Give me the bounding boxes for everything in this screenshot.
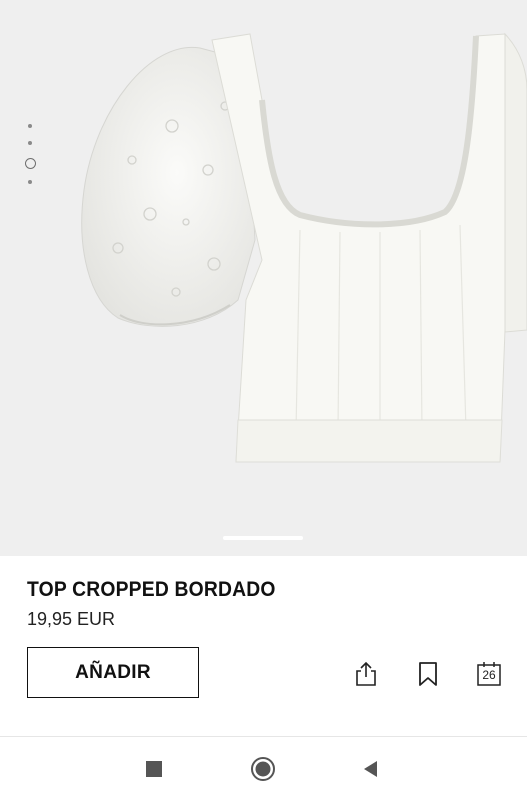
product-image: [81, 32, 527, 463]
system-navigation-bar: [0, 737, 527, 800]
sheet-drag-handle[interactable]: [223, 536, 303, 540]
gallery-dot[interactable]: [28, 141, 32, 145]
product-info-panel: TOP CROPPED BORDADO 19,95 EUR AÑADIR 26: [0, 556, 527, 736]
share-button[interactable]: [352, 660, 380, 688]
calendar-number: 26: [482, 668, 496, 682]
circle-icon: [251, 757, 275, 781]
gallery-dot[interactable]: [28, 124, 32, 128]
product-title: TOP CROPPED BORDADO: [27, 578, 276, 601]
add-to-cart-button[interactable]: AÑADIR: [27, 647, 199, 698]
product-image-area[interactable]: [0, 0, 527, 556]
home-button[interactable]: [250, 756, 276, 782]
gallery-pagination[interactable]: [24, 124, 36, 197]
share-icon: [356, 661, 376, 686]
product-price: 19,95 EUR: [27, 609, 116, 629]
square-icon: [146, 761, 162, 777]
gallery-dot[interactable]: [28, 180, 32, 184]
recents-button[interactable]: [141, 756, 167, 782]
back-button[interactable]: [357, 756, 383, 782]
back-triangle-icon: [364, 761, 377, 777]
gallery-dot-active[interactable]: [24, 158, 36, 169]
calendar-button[interactable]: 26: [475, 660, 503, 688]
save-button[interactable]: [414, 660, 442, 688]
bookmark-icon: [419, 662, 437, 686]
